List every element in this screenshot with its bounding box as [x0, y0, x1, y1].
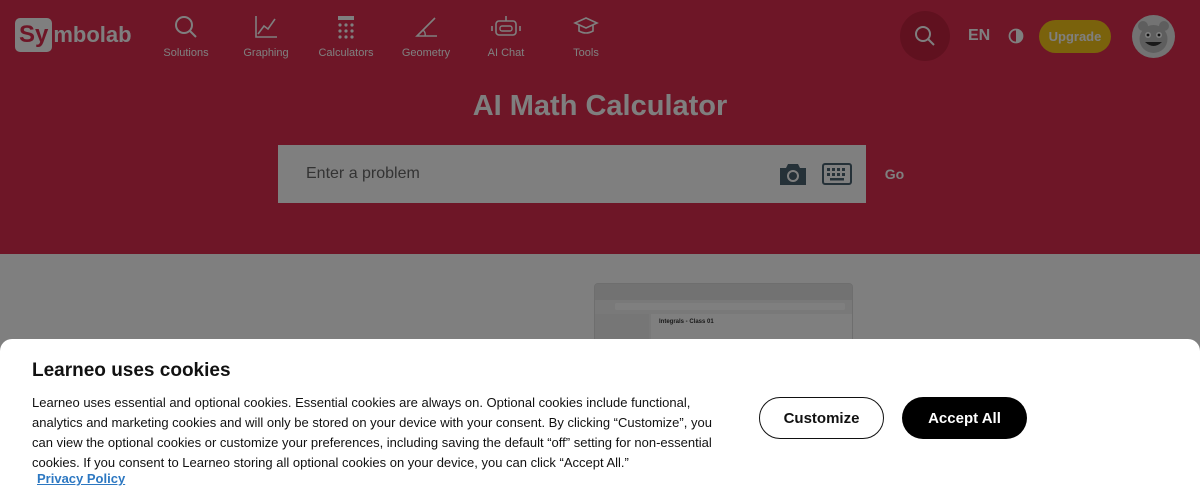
cookie-description: Learneo uses essential and optional cook…: [32, 395, 712, 470]
privacy-policy-link[interactable]: Privacy Policy: [37, 471, 125, 486]
cookie-banner: Learneo uses cookies Learneo uses essent…: [0, 339, 1200, 500]
cookie-title: Learneo uses cookies: [32, 360, 231, 381]
customize-button[interactable]: Customize: [759, 397, 884, 439]
accept-all-button[interactable]: Accept All: [902, 397, 1027, 439]
